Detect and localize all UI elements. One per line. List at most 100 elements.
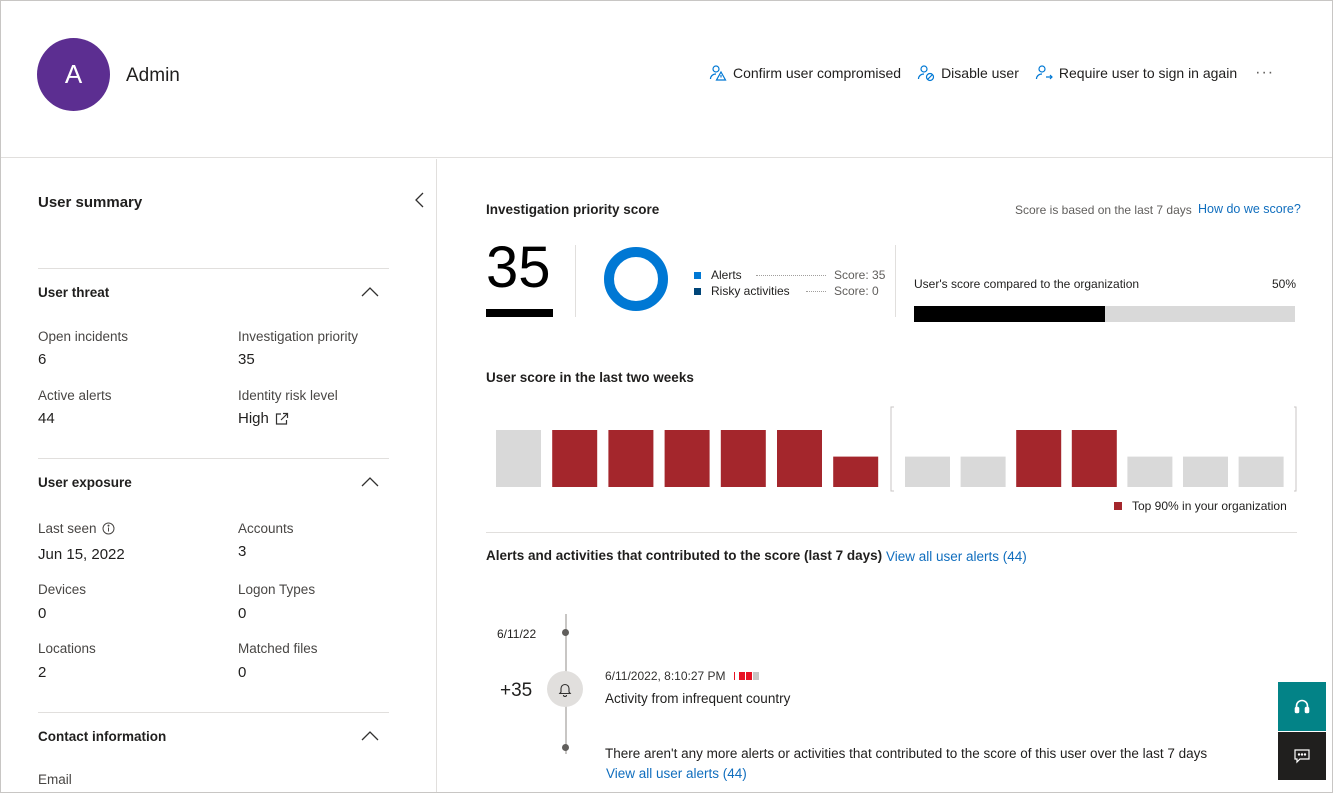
user-page: A Admin Confirm user compromised Disable… <box>0 0 1333 793</box>
more-actions-button[interactable]: ··· <box>1255 64 1274 82</box>
user-threat-header[interactable]: User threat <box>38 268 389 308</box>
locations-label: Locations <box>38 641 96 656</box>
action-bar: Confirm user compromised Disable user Re… <box>709 64 1274 82</box>
legend-dots <box>756 274 826 276</box>
score-bar <box>1016 430 1062 487</box>
chevron-up-icon <box>361 731 379 741</box>
confirm-compromised-label: Confirm user compromised <box>733 65 902 81</box>
compare-bar <box>914 306 1295 322</box>
risky-color-swatch <box>694 287 701 295</box>
user-exposure-title: User exposure <box>38 475 132 490</box>
score-bar <box>777 430 822 487</box>
score-bar <box>552 430 598 487</box>
user-exposure-header[interactable]: User exposure <box>38 458 389 498</box>
severity-divider <box>733 672 735 680</box>
user-summary-title: User summary <box>38 194 143 211</box>
timeline-dot <box>562 629 569 636</box>
legend-alerts-score: Score: 35 <box>834 268 886 282</box>
user-name: Admin <box>126 65 180 86</box>
view-all-alerts-link[interactable]: View all user alerts (44) <box>886 549 1027 564</box>
disable-user-button[interactable]: Disable user <box>917 64 1019 82</box>
view-all-alerts-bottom-link[interactable]: View all user alerts (44) <box>606 766 747 781</box>
avatar: A <box>37 38 110 111</box>
logon-types-label: Logon Types <box>238 582 316 597</box>
score-bar <box>608 430 654 487</box>
severity-indicator <box>733 672 760 680</box>
score-delta: +35 <box>500 680 533 701</box>
severity-bar-1 <box>738 672 745 680</box>
chat-icon <box>1294 749 1310 764</box>
headset-icon <box>1294 699 1310 713</box>
user-summary-panel: User summary User threat Open incidents … <box>1 159 437 792</box>
event-timestamp: 6/11/2022, 8:10:27 PM <box>605 669 726 683</box>
event-timestamp-row: 6/11/2022, 8:10:27 PM <box>605 669 760 683</box>
accounts-value: 3 <box>238 543 247 560</box>
active-alerts-label: Active alerts <box>38 388 112 403</box>
last-seen-value: Jun 15, 2022 <box>38 546 125 563</box>
open-incidents-label: Open incidents <box>38 329 129 344</box>
require-signin-label: Require user to sign in again <box>1058 65 1238 81</box>
severity-bar-3 <box>752 672 759 680</box>
alert-bell-badge <box>547 671 583 707</box>
investigation-priority-label: Investigation priority <box>238 329 359 344</box>
accounts-label: Accounts <box>238 521 294 536</box>
event-title[interactable]: Activity from infrequent country <box>605 691 790 706</box>
score-bar <box>496 430 541 487</box>
identity-risk-label: Identity risk level <box>238 388 338 403</box>
compare-title: User's score compared to the organizatio… <box>914 277 1140 291</box>
chevron-up-icon <box>361 287 379 297</box>
logon-types-value: 0 <box>238 605 247 622</box>
severity-bar-2 <box>745 672 752 680</box>
priority-score-value: 35 <box>486 235 551 300</box>
section-divider <box>486 532 1297 533</box>
timeline-date: 6/11/22 <box>497 627 537 641</box>
info-icon[interactable] <box>102 522 115 535</box>
legend-alerts: Alerts Score: 35 <box>694 268 885 282</box>
legend-risky-label: Risky activities <box>711 284 790 298</box>
score-bar <box>1183 456 1228 487</box>
user-header: A Admin Confirm user compromised Disable… <box>1 1 1332 158</box>
score-bar <box>720 430 766 487</box>
contact-info-header[interactable]: Contact information <box>38 712 389 752</box>
collapse-panel-button[interactable] <box>413 191 427 214</box>
timeline-dot <box>562 744 569 751</box>
last-seen-label-row: Last seen <box>38 521 115 536</box>
how-do-we-score-link[interactable]: How do we score? <box>1198 202 1301 216</box>
top90-legend: Top 90% in your organization <box>1114 499 1287 513</box>
top90-swatch <box>1114 502 1122 510</box>
legend-risky-score: Score: 0 <box>834 284 879 298</box>
legend-alerts-label: Alerts <box>711 268 742 282</box>
require-signin-button[interactable]: Require user to sign in again <box>1035 64 1237 82</box>
identity-risk-link[interactable]: High <box>238 410 289 427</box>
external-link-icon <box>275 412 288 425</box>
score-bar <box>1071 430 1117 487</box>
score-bar <box>1238 456 1284 487</box>
score-bar <box>833 456 879 487</box>
divider <box>895 245 896 317</box>
score-underline <box>486 309 553 317</box>
help-button[interactable] <box>1278 682 1326 731</box>
chevron-left-icon <box>415 192 424 208</box>
divider <box>575 245 576 317</box>
score-note: Score is based on the last 7 days <box>1015 203 1192 217</box>
score-panel: Investigation priority score Score is ba… <box>438 159 1332 792</box>
score-bar <box>960 456 1006 487</box>
legend-risky: Risky activities Score: 0 <box>694 284 879 298</box>
feedback-button[interactable] <box>1278 732 1326 780</box>
top90-label: Top 90% in your organization <box>1132 499 1287 513</box>
no-more-alerts-text: There aren't any more alerts or activiti… <box>605 746 1208 761</box>
devices-label: Devices <box>38 582 87 597</box>
confirm-compromised-button[interactable]: Confirm user compromised <box>709 64 901 82</box>
priority-score-title: Investigation priority score <box>486 202 660 217</box>
alerts-color-swatch <box>694 271 701 279</box>
devices-value: 0 <box>38 605 47 622</box>
chevron-up-icon <box>361 477 379 487</box>
matched-files-label: Matched files <box>238 641 318 656</box>
bell-icon <box>558 683 572 697</box>
user-threat-title: User threat <box>38 285 110 300</box>
score-bar <box>664 430 710 487</box>
disable-user-label: Disable user <box>941 65 1019 81</box>
open-incidents-value: 6 <box>38 351 47 368</box>
user-block-icon <box>917 65 935 82</box>
compare-bar-fill <box>914 306 1105 322</box>
